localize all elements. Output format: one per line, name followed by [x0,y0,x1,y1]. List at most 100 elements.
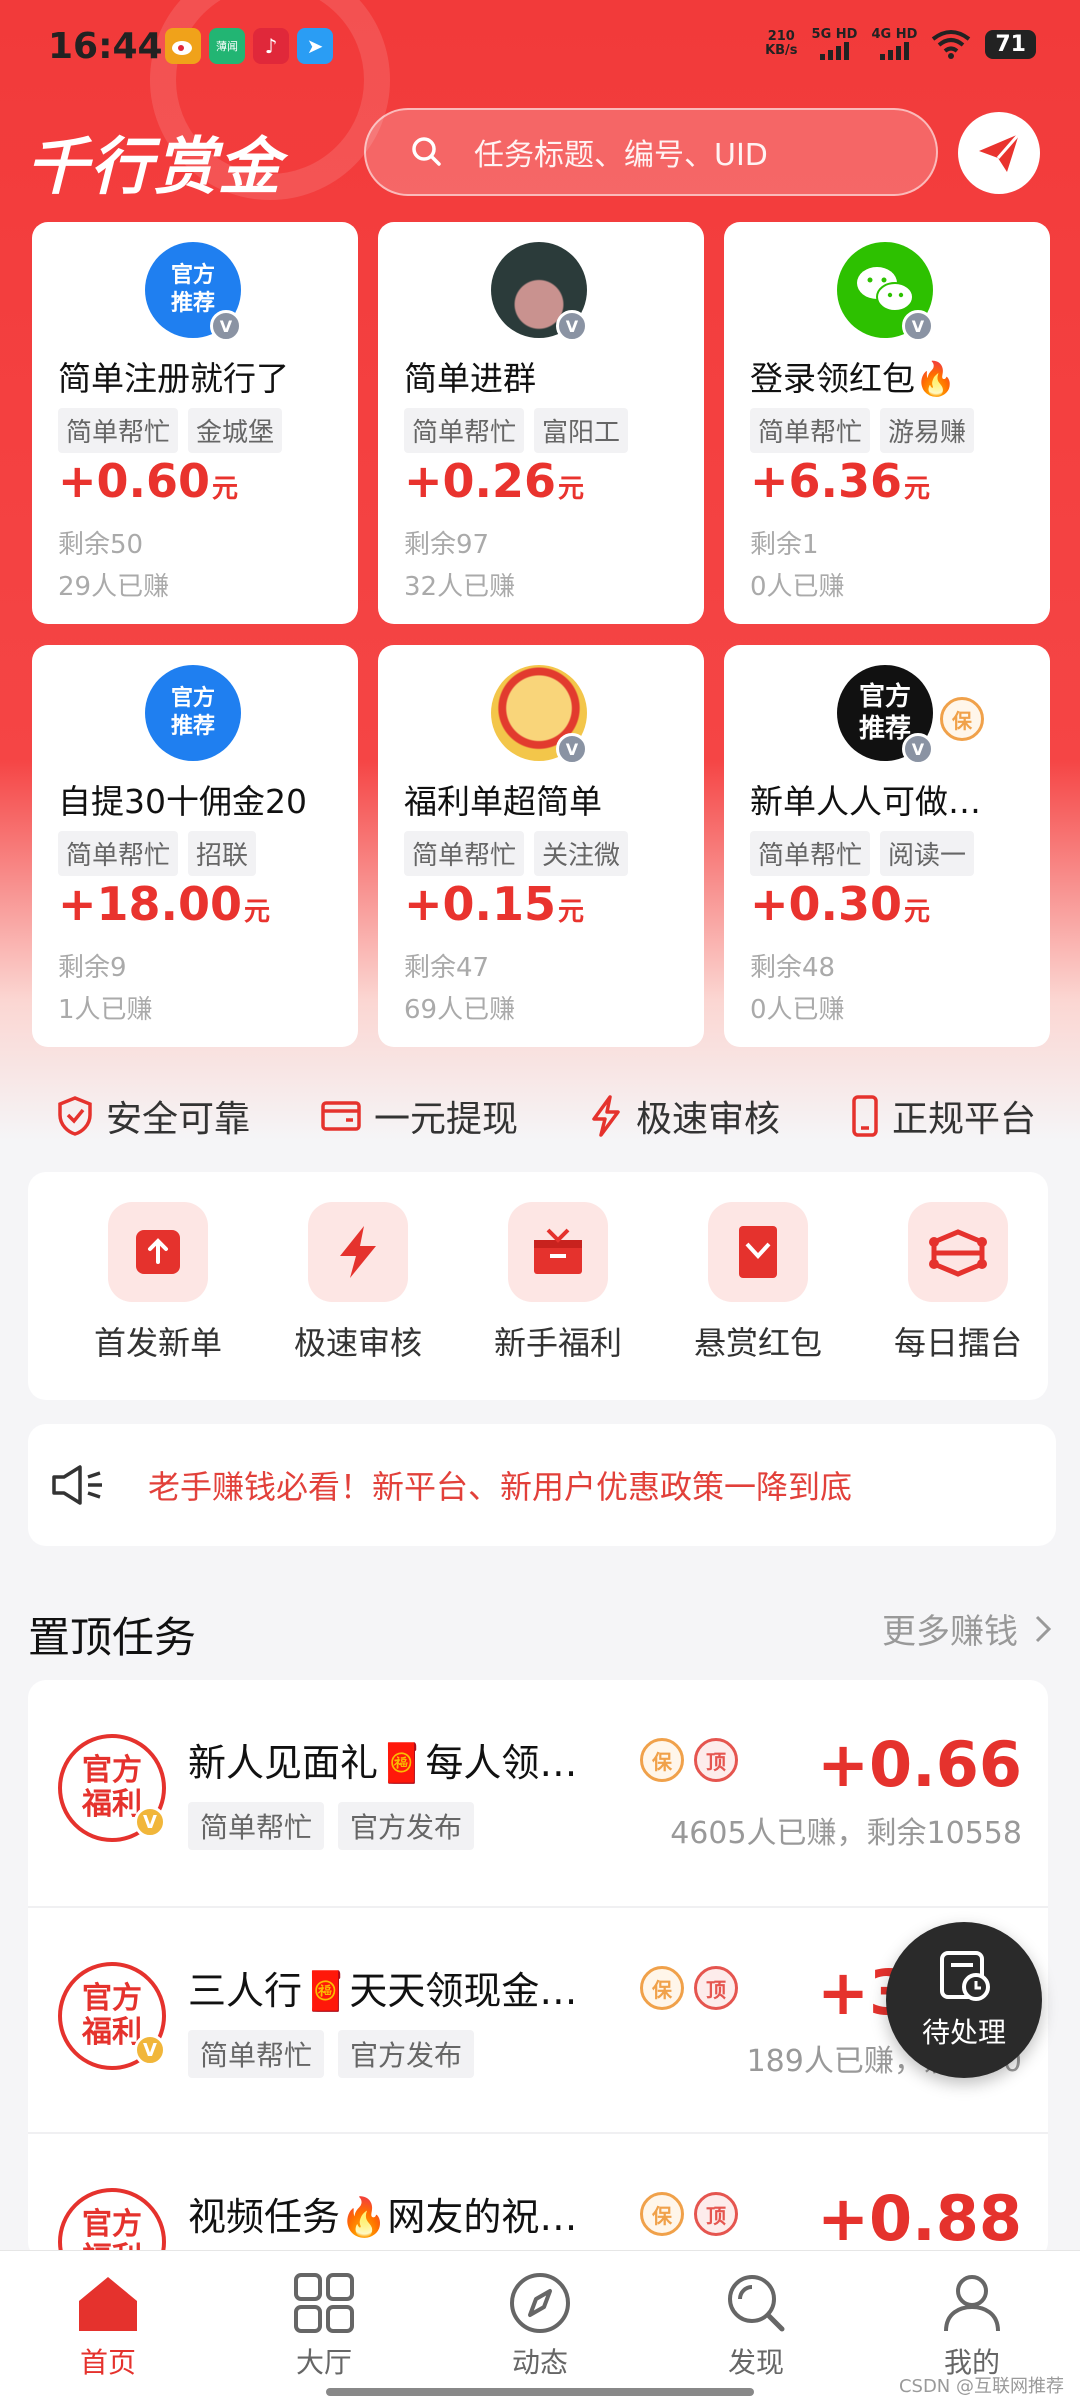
category-new-tasks[interactable]: 首发新单 [68,1202,248,1364]
feature-strip: 安全可靠 一元提现 极速审核 正规平台 [56,1090,1036,1142]
verified-icon: V [556,310,588,342]
nav-activity[interactable]: 动态 [432,2251,648,2400]
signal-bars-icon [819,42,849,60]
card-title: 登录领红包🔥 [750,359,957,398]
feature-withdraw: 一元提现 [320,1090,518,1142]
card-remaining: 剩余47 [404,953,490,983]
card-title: 新单人人可做… [750,782,981,821]
signal-sim1: 5G HD [812,28,857,60]
pending-tasks-button[interactable]: 待处理 [886,1922,1042,2078]
nav-hall[interactable]: 大厅 [216,2251,432,2400]
card-earned: 0人已赚 [750,995,845,1025]
feature-legit: 正规平台 [850,1090,1036,1142]
grid-icon [294,2273,354,2333]
card-tags: 简单帮忙 招联 [58,831,348,876]
home-indicator[interactable] [326,2388,754,2396]
nav-home[interactable]: 首页 [0,2251,216,2400]
category-newbie-benefits[interactable]: 新手福利 [468,1202,648,1364]
verified-icon: V [902,310,934,342]
task-title: 视频任务🔥网友的祝… [188,2195,578,2239]
shield-icon [58,1096,92,1136]
card-remaining: 剩余9 [58,953,127,983]
section-title: 置顶任务 [28,1613,197,1662]
telegram-app-icon: ➤ [297,28,333,64]
phone-icon [852,1095,878,1137]
card-avatar: 官方 推荐 [145,665,241,761]
red-envelope-icon [708,1202,808,1302]
wifi-icon [932,30,971,59]
card-earned: 1人已赚 [58,995,153,1025]
lightning-icon [308,1202,408,1302]
announcement-text: 老手赚钱必看！新平台、新用户优惠政策一降到底 [148,1468,853,1506]
card-price: +6.36元 [750,454,931,508]
category-fast-review[interactable]: 极速审核 [268,1202,448,1364]
verified-icon: V [134,1806,166,1838]
pending-label: 待处理 [921,2016,1006,2049]
search-icon [412,137,441,166]
pinned-badge: 顶 [694,1966,738,2010]
category-reward-packet[interactable]: 悬赏红包 [668,1202,848,1364]
guarantee-badge: 保 [640,2192,684,2236]
card-title: 福利单超简单 [404,782,602,821]
card-title: 自提30十佣金20 [58,782,307,821]
more-earnings-link[interactable]: 更多赚钱 [882,1604,1052,1653]
send-button[interactable] [958,112,1040,194]
card-price: +0.15元 [404,877,585,931]
card-price: +18.00元 [58,877,271,931]
clipboard-clock-icon [940,1951,990,2001]
net-speed: 210 KB/s [765,29,798,58]
guarantee-badge: 保 [940,697,984,741]
wallet-icon [321,1101,361,1131]
status-right: 210 KB/s 5G HD 4G HD 71 [765,28,1036,60]
announcement-bar[interactable]: 老手赚钱必看！新平台、新用户优惠政策一降到底 [28,1424,1056,1546]
card-price: +0.60元 [58,454,239,508]
signal-sim2: 4G HD [871,28,917,60]
search-input[interactable]: 任务标题、编号、UID [364,108,938,196]
verified-icon: V [134,2034,166,2066]
card-earned: 29人已赚 [58,572,170,602]
category-daily-arena[interactable]: 每日擂台 [868,1202,1048,1364]
task-card[interactable]: V 福利单超简单 简单帮忙 关注微 +0.15元 剩余47 69人已赚 [378,645,704,1047]
status-time: 16:44 [48,26,163,67]
chevron-right-icon [1035,1615,1052,1642]
task-card[interactable]: V 简单进群 简单帮忙 富阳工 +0.26元 剩余97 32人已赚 [378,222,704,624]
card-tags: 简单帮忙 阅读一 [750,831,1040,876]
task-card[interactable]: 官方 推荐 V 简单注册就行了 简单帮忙 金城堡 +0.60元 剩余50 29人已赚 [32,222,358,624]
feature-fast-review: 极速审核 [588,1090,780,1142]
status-bar: 16:44 薄闻 ♪ ➤ 210 KB/s 5G HD 4G HD 71 [0,0,1080,100]
megaphone-icon [52,1465,102,1505]
card-earned: 0人已赚 [750,572,845,602]
card-remaining: 剩余48 [750,953,836,983]
search-icon [728,2275,785,2332]
task-tags: 简单帮忙 官方发布 [188,1802,475,1850]
pinned-badge: 顶 [694,1738,738,1782]
battery-indicator: 71 [985,29,1036,59]
card-remaining: 剩余1 [750,530,819,560]
paper-plane-icon [979,133,1021,172]
lightning-icon [592,1095,620,1137]
task-card[interactable]: 官方 推荐 V 保 新单人人可做… 简单帮忙 阅读一 +0.30元 剩余48 0人已… [724,645,1050,1047]
card-tags: 简单帮忙 游易赚 [750,408,1040,453]
card-tags: 简单帮忙 富阳工 [404,408,694,453]
music-app-icon: ♪ [253,28,289,64]
verified-icon: V [210,310,242,342]
task-card[interactable]: 官方 推荐 自提30十佣金20 简单帮忙 招联 +18.00元 剩余9 1人已赚 [32,645,358,1047]
arena-ring-icon [908,1202,1008,1302]
pinned-task-row[interactable]: 官方福利 视频任务🔥网友的祝… 保 顶 +0.88 [28,2132,1048,2260]
card-price: +0.30元 [750,877,931,931]
task-stats: 4605人已赚，剩余10558 [670,1816,1022,1851]
task-price: +0.88 [817,2182,1022,2255]
feature-safe: 安全可靠 [56,1090,250,1142]
task-badges: 保 顶 [640,2192,738,2236]
pinned-task-row[interactable]: 官方 福利 V 新人见面礼🧧每人领… 保 顶 简单帮忙 官方发布 +0.66 460… [28,1680,1048,1906]
nav-discover[interactable]: 发现 [648,2251,864,2400]
verified-icon: V [902,733,934,765]
task-card[interactable]: V 登录领红包🔥 简单帮忙 游易赚 +6.36元 剩余1 0人已赚 [724,222,1050,624]
search-placeholder: 任务标题、编号、UID [474,138,768,173]
card-tags: 简单帮忙 关注微 [404,831,694,876]
watermark: CSDN @互联网推荐 [898,2376,1064,2397]
card-remaining: 剩余97 [404,530,490,560]
compass-icon [510,2273,570,2333]
pinned-badge: 顶 [694,2192,738,2236]
signal-bars-icon [879,42,909,60]
